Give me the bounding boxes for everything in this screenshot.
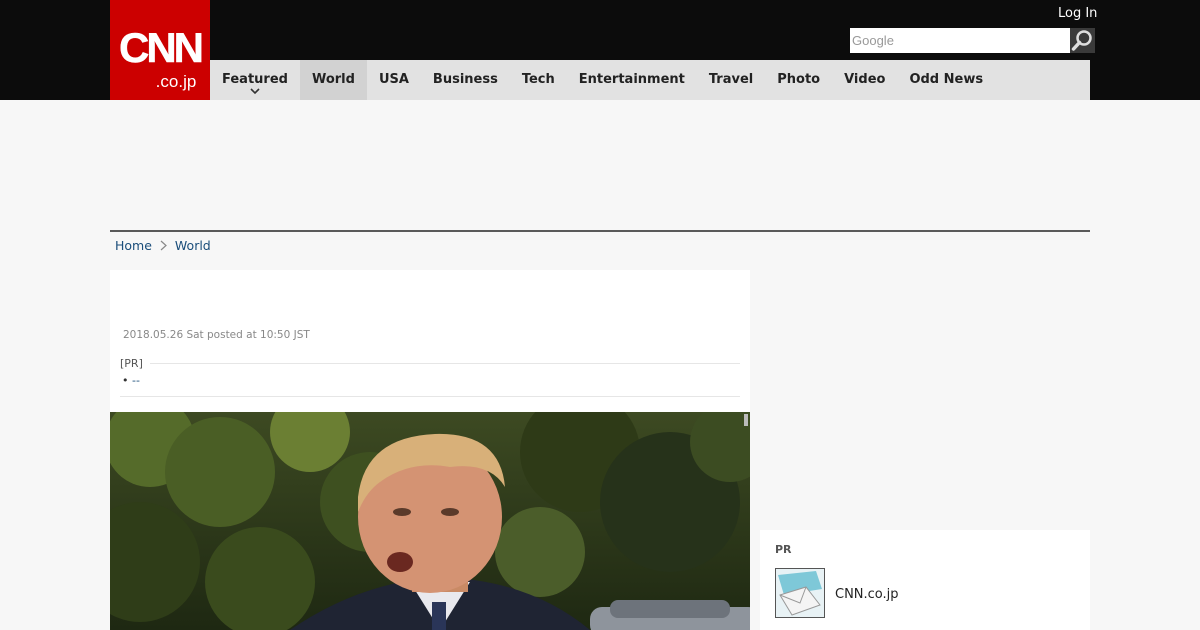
article-photo-image xyxy=(110,412,750,630)
nav-item-usa[interactable]: USA xyxy=(367,60,421,100)
nav-item-label: Odd News xyxy=(909,72,984,87)
nav-item-photo[interactable]: Photo xyxy=(765,60,832,100)
search-input[interactable] xyxy=(850,28,1070,53)
magnifier-icon xyxy=(1071,30,1092,51)
nav-item-label: Travel xyxy=(708,72,754,87)
sidebar-pr-link[interactable]: CNN.co.jp xyxy=(835,587,899,602)
nav-item-label: Tech xyxy=(521,72,555,87)
breadcrumb-world[interactable]: World xyxy=(175,238,211,253)
pr-divider-bottom xyxy=(120,396,740,397)
pr-bullet: • xyxy=(122,374,129,387)
search-form xyxy=(850,28,1095,53)
nav-item-business[interactable]: Business xyxy=(421,60,510,100)
nav-item-world[interactable]: World xyxy=(299,60,367,100)
logo-text-main: CNN xyxy=(119,24,202,71)
main-nav: Featured World USA Business Tech Enterta… xyxy=(210,60,1090,100)
nav-item-travel[interactable]: Travel xyxy=(697,60,765,100)
search-button[interactable] xyxy=(1070,28,1095,53)
ad-divider xyxy=(110,230,1090,232)
nav-item-video[interactable]: Video xyxy=(832,60,897,100)
chevron-right-icon xyxy=(160,240,167,251)
post-timestamp: 2018.05.26 Sat posted at 10:50 JST xyxy=(123,329,310,341)
sidebar-pr-card: PR CNN.co.jp xyxy=(760,530,1090,630)
top-header: CNN .co.jp Log In Featured World USA Bus… xyxy=(0,0,1200,100)
pr-label: [PR] xyxy=(120,357,143,370)
pr-link[interactable]: -- xyxy=(132,374,140,387)
breadcrumb-home[interactable]: Home xyxy=(115,238,152,253)
cnn-logo[interactable]: CNN .co.jp xyxy=(110,0,210,100)
nav-item-label: Entertainment xyxy=(578,72,685,87)
logo-text-sub: .co.jp xyxy=(156,72,197,91)
pr-divider-top xyxy=(150,363,740,364)
nav-item-label: Business xyxy=(432,72,498,87)
mail-icon xyxy=(776,569,824,617)
nav-item-label: World xyxy=(311,72,355,87)
nav-item-entertainment[interactable]: Entertainment xyxy=(567,60,697,100)
cnn-logo-mark: CNN .co.jp xyxy=(119,24,205,91)
nav-item-label: Featured xyxy=(222,72,288,87)
nav-item-odd-news[interactable]: Odd News xyxy=(897,60,995,100)
chevron-down-icon xyxy=(250,88,260,95)
nav-item-label: USA xyxy=(378,72,409,87)
nav-item-label: Video xyxy=(844,72,886,87)
sidebar-pr-label: PR xyxy=(775,543,792,556)
nav-item-featured[interactable]: Featured xyxy=(210,60,300,100)
login-link[interactable]: Log In xyxy=(1058,6,1097,21)
nav-item-label: Photo xyxy=(777,72,821,87)
article-photo[interactable] xyxy=(110,412,750,630)
nav-item-tech[interactable]: Tech xyxy=(510,60,567,100)
pr-thumbnail[interactable] xyxy=(775,568,825,618)
breadcrumb: Home World xyxy=(115,238,211,253)
article-header: 2018.05.26 Sat posted at 10:50 JST [PR] … xyxy=(110,270,750,412)
